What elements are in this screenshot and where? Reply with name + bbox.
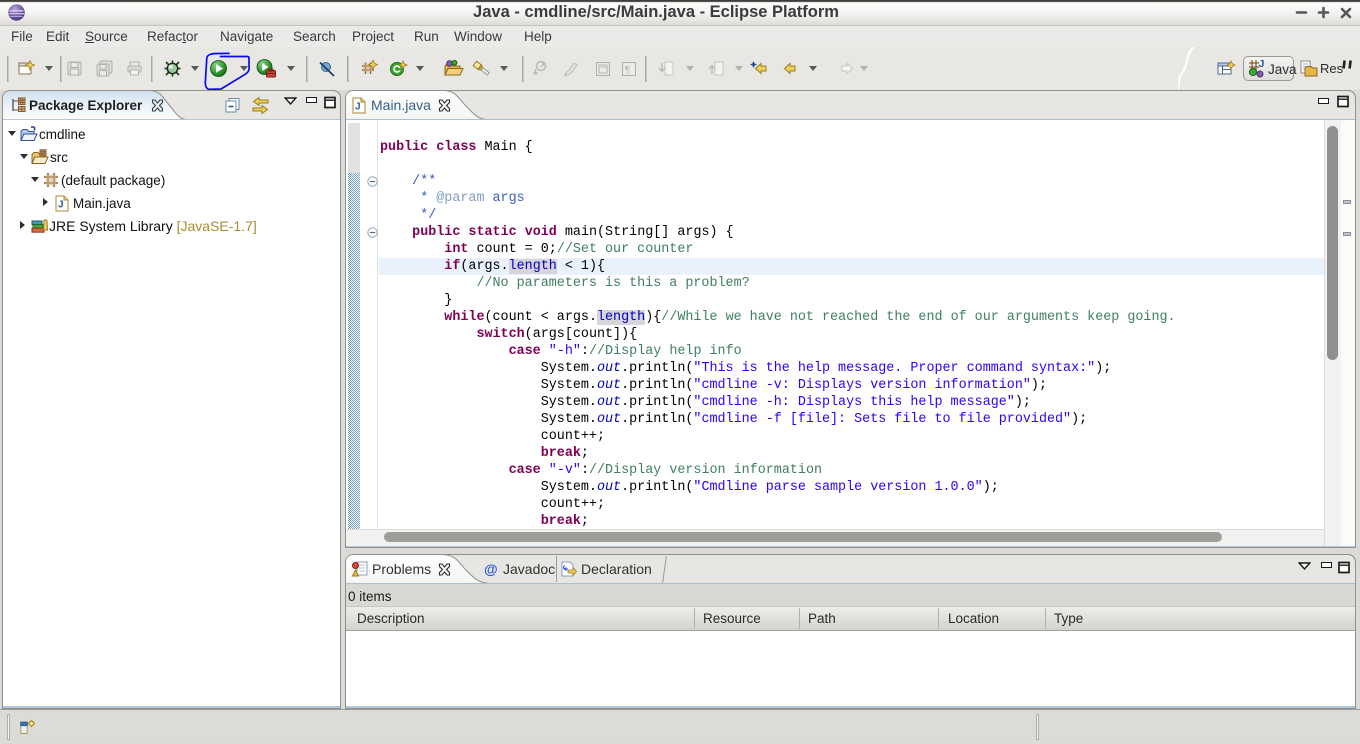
- svg-text:¶: ¶: [625, 64, 630, 76]
- svg-text:J: J: [1259, 58, 1265, 70]
